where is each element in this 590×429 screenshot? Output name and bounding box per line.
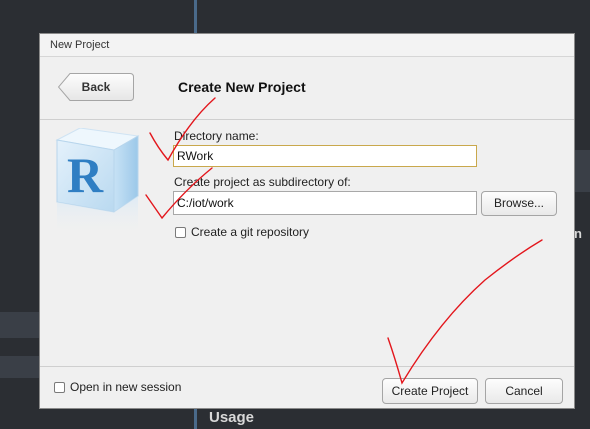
dialog-title: Create New Project [178,79,306,95]
dialog-header: Back Create New Project [40,57,574,119]
git-repo-checkbox[interactable] [175,226,186,238]
ide-partial-text: n [574,226,582,241]
dialog-titlebar: New Project [40,34,574,57]
back-button[interactable]: Back [58,73,134,101]
directory-name-input[interactable]: RWork [173,145,477,167]
ide-panel-strip-left-2 [0,356,39,378]
cancel-button[interactable]: Cancel [485,378,563,404]
new-session-option[interactable]: Open in new session [54,380,181,394]
footer-separator [40,366,574,367]
create-project-button[interactable]: Create Project [382,378,478,404]
header-separator [40,119,574,120]
new-session-checkbox[interactable] [54,381,65,393]
directory-name-label: Directory name: [174,129,259,143]
back-button-label: Back [81,80,111,94]
ide-pane-divider-bottom [194,409,197,429]
parent-directory-input[interactable]: C:/iot/work [173,191,477,215]
usage-heading: Usage [209,409,255,426]
git-repo-label: Create a git repository [191,225,310,239]
ide-pane-divider-top [194,0,197,33]
browse-button[interactable]: Browse... [481,191,557,216]
new-session-label: Open in new session [70,380,182,394]
logo-letter: R [67,147,104,203]
git-repo-option[interactable]: Create a git repository [175,225,309,239]
parent-directory-label: Create project as subdirectory of: [174,175,351,189]
new-project-dialog: New Project Back Create New Project R Di… [39,33,575,409]
ide-toolbar-strip-right [575,150,590,192]
ide-panel-strip-left [0,312,39,338]
r-project-logo: R [52,127,142,243]
